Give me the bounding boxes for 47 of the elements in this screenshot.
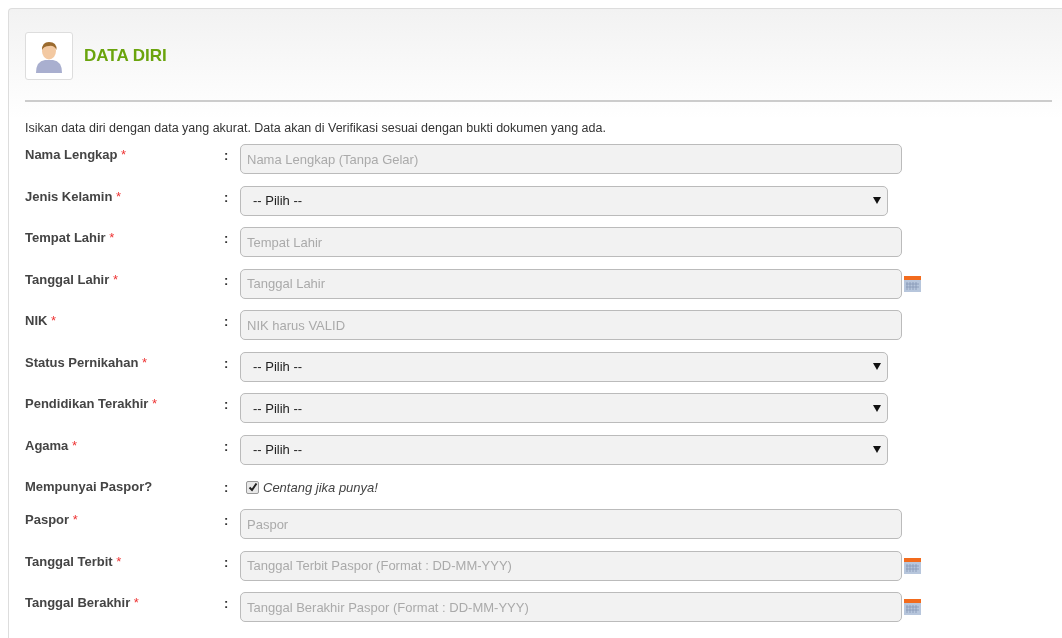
colon-separator: :: [224, 512, 230, 528]
text-field[interactable]: Tanggal Berakhir Paspor (Format : DD-MM-YYY): [240, 592, 902, 622]
checkbox-label: Centang jika punya!: [263, 479, 378, 495]
colon-separator: :: [224, 553, 230, 570]
checkbox[interactable]: [246, 480, 259, 494]
field-label: Tanggal Berakhir *: [25, 594, 140, 610]
intro-text: Isikan data diri dengan data yang akurat. Data akan di Verifikasi sesuai dengan bukti dokumen yang ada.: [25, 121, 607, 135]
text-field[interactable]: NIK harus VALID: [240, 310, 902, 340]
text-field[interactable]: Nama Lengkap (Tanpa Gelar): [240, 144, 902, 174]
field-label: Status Pernikahan *: [25, 353, 149, 370]
caret-icon: [873, 363, 881, 370]
field-label: Tanggal Lahir *: [25, 270, 119, 287]
colon-separator: :: [224, 188, 230, 205]
colon-separator: :: [224, 396, 230, 412]
calendar-icon[interactable]: [904, 599, 921, 615]
text-field[interactable]: Paspor: [240, 509, 902, 539]
caret-icon: [873, 197, 881, 204]
calendar-icon[interactable]: [904, 275, 921, 292]
colon-separator: :: [224, 437, 230, 454]
colon-separator: :: [224, 147, 230, 163]
colon-separator: :: [224, 479, 230, 495]
field-label: Nama Lengkap *: [25, 146, 128, 162]
field-label: Agama *: [25, 436, 79, 453]
field-label: NIK *: [25, 312, 58, 328]
colon-separator: :: [224, 271, 230, 288]
field-label: Paspor *: [25, 511, 79, 527]
field-label: Mempunyai Paspor?: [25, 478, 154, 494]
calendar-icon[interactable]: [904, 557, 921, 574]
colon-separator: :: [224, 354, 230, 371]
text-field[interactable]: Tanggal Terbit Paspor (Format : DD-MM-YYY): [240, 550, 902, 581]
dropdown[interactable]: -- Pilih --: [240, 434, 888, 465]
colon-separator: :: [224, 313, 230, 329]
text-field[interactable]: Tempat Lahir: [240, 227, 902, 257]
field-label: Pendidikan Terakhir *: [25, 395, 158, 411]
panel-title: DATA DIRI: [84, 46, 167, 66]
colon-separator: :: [224, 595, 230, 611]
user-silhouette-icon: [33, 39, 65, 73]
field-label: Jenis Kelamin *: [25, 187, 123, 204]
dropdown[interactable]: -- Pilih --: [240, 185, 888, 216]
colon-separator: :: [224, 230, 230, 246]
field-label: Tempat Lahir *: [25, 229, 116, 245]
caret-icon: [873, 446, 881, 453]
dropdown[interactable]: -- Pilih --: [240, 351, 888, 382]
field-label: Tanggal Terbit *: [25, 552, 123, 569]
text-field[interactable]: Tanggal Lahir: [240, 268, 902, 299]
caret-icon: [873, 404, 881, 412]
dropdown[interactable]: -- Pilih --: [240, 393, 888, 423]
